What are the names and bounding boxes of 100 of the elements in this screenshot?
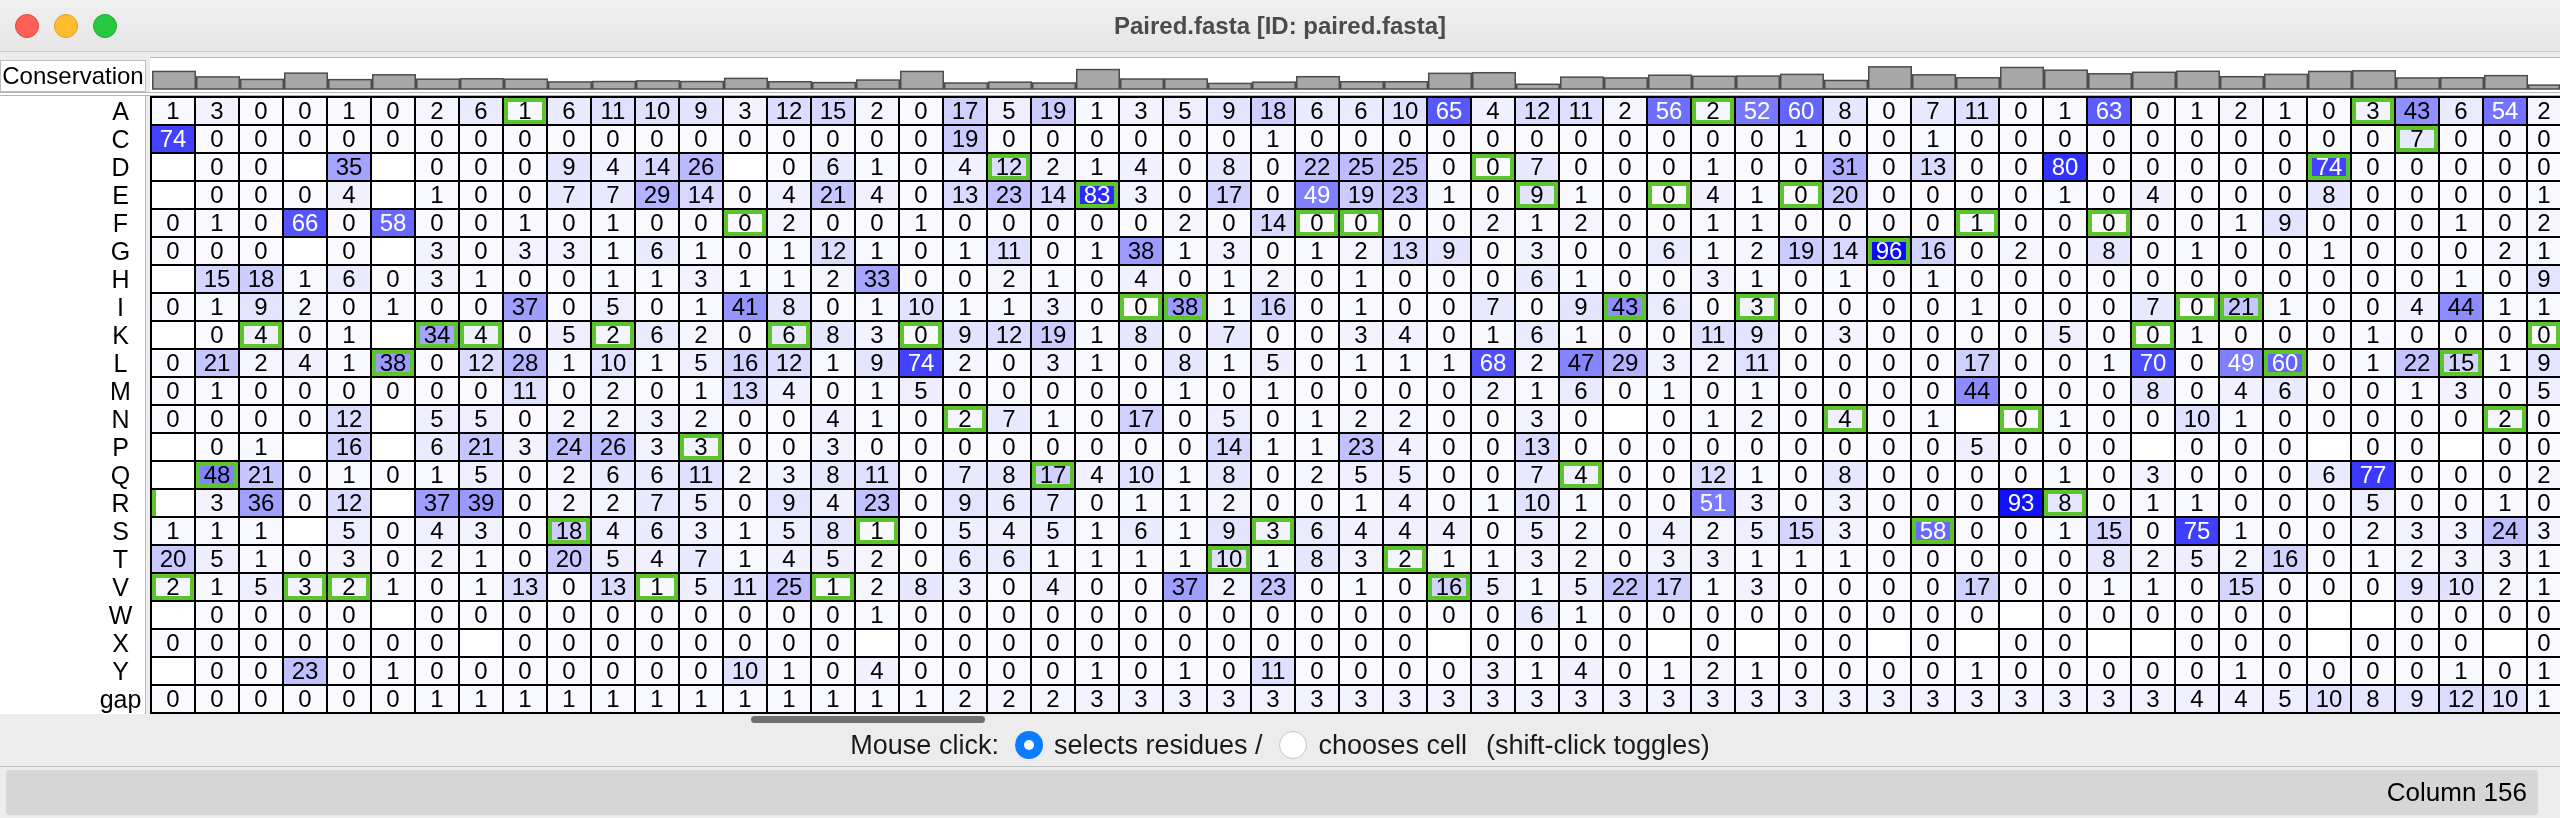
- table-cell[interactable]: 6: [416, 434, 458, 460]
- table-cell[interactable]: 0: [2308, 490, 2350, 516]
- table-cell[interactable]: 1: [768, 658, 810, 684]
- table-cell[interactable]: 8: [1208, 154, 1250, 180]
- table-cell[interactable]: 1: [1340, 294, 1382, 320]
- radio-option[interactable]: selects residues /: [1014, 729, 1263, 761]
- table-cell[interactable]: 0: [636, 126, 678, 152]
- table-cell[interactable]: 1: [1164, 546, 1206, 572]
- table-cell[interactable]: 18: [1252, 98, 1294, 124]
- table-cell[interactable]: 1: [812, 350, 854, 376]
- table-cell[interactable]: 1: [636, 686, 678, 712]
- table-cell[interactable]: 1: [1076, 98, 1118, 124]
- table-cell[interactable]: 2: [1208, 574, 1250, 600]
- table-cell[interactable]: 6: [636, 322, 678, 348]
- table-cell[interactable]: 26: [680, 154, 722, 180]
- table-cell[interactable]: 3: [1340, 322, 1382, 348]
- table-cell[interactable]: 0: [196, 154, 238, 180]
- table-cell[interactable]: 11: [1252, 658, 1294, 684]
- table-cell[interactable]: 0: [2484, 154, 2526, 180]
- table-cell[interactable]: 0: [988, 126, 1030, 152]
- table-cell[interactable]: 0: [1824, 378, 1866, 404]
- table-cell[interactable]: 0: [2396, 658, 2438, 684]
- table-cell[interactable]: 0: [1208, 378, 1250, 404]
- table-cell[interactable]: 0: [2396, 210, 2438, 236]
- table-cell[interactable]: 5: [196, 546, 238, 572]
- table-cell[interactable]: 0: [2176, 210, 2218, 236]
- table-cell[interactable]: 0: [2044, 658, 2086, 684]
- table-cell[interactable]: 0: [768, 602, 810, 628]
- table-cell[interactable]: 6: [1648, 294, 1690, 320]
- table-cell[interactable]: 1: [2176, 238, 2218, 264]
- table-cell[interactable]: 0: [1780, 630, 1822, 656]
- table-cell[interactable]: 0: [1868, 322, 1910, 348]
- table-cell[interactable]: 0: [2000, 546, 2042, 572]
- table-cell[interactable]: 0: [1780, 154, 1822, 180]
- table-cell[interactable]: 0: [372, 98, 414, 124]
- table-cell[interactable]: 0: [1736, 126, 1778, 152]
- table-cell[interactable]: 6: [812, 154, 854, 180]
- table-cell[interactable]: 11: [1956, 98, 1998, 124]
- table-cell[interactable]: 3: [1780, 686, 1822, 712]
- table-cell[interactable]: 31: [1824, 154, 1866, 180]
- table-cell[interactable]: 2: [284, 294, 326, 320]
- table-cell[interactable]: 2: [724, 462, 766, 488]
- table-cell[interactable]: 0: [152, 210, 194, 236]
- table-cell[interactable]: 8: [900, 574, 942, 600]
- table-cell[interactable]: 0: [1956, 126, 1998, 152]
- table-cell[interactable]: 29: [1604, 350, 1646, 376]
- table-cell[interactable]: 14: [1824, 238, 1866, 264]
- table-cell[interactable]: 0: [1604, 378, 1646, 404]
- table-cell[interactable]: 0: [1604, 322, 1646, 348]
- table-cell[interactable]: 4: [416, 518, 458, 544]
- table-cell[interactable]: 0: [1648, 182, 1690, 208]
- table-cell[interactable]: 0: [284, 378, 326, 404]
- table-cell[interactable]: 0: [2352, 210, 2394, 236]
- table-cell[interactable]: 4: [2396, 294, 2438, 320]
- table-cell[interactable]: 0: [416, 602, 458, 628]
- table-cell[interactable]: 0: [1472, 238, 1514, 264]
- table-cell[interactable]: 1: [2220, 406, 2262, 432]
- table-cell[interactable]: 5: [460, 406, 502, 432]
- table-cell[interactable]: 0: [856, 434, 898, 460]
- table-cell[interactable]: 3: [1736, 686, 1778, 712]
- table-cell[interactable]: 0: [2352, 434, 2394, 460]
- table-cell[interactable]: 1: [636, 266, 678, 292]
- table-cell[interactable]: 1: [504, 98, 546, 124]
- table-cell[interactable]: 3: [1736, 574, 1778, 600]
- table-cell[interactable]: 0: [2264, 182, 2306, 208]
- table-cell[interactable]: 5: [240, 574, 282, 600]
- table-cell[interactable]: 0: [1780, 490, 1822, 516]
- table-cell[interactable]: 3: [1692, 546, 1734, 572]
- table-cell[interactable]: 0: [2000, 182, 2042, 208]
- table-cell[interactable]: 22: [1296, 154, 1338, 180]
- table-cell[interactable]: 1: [1824, 546, 1866, 572]
- table-cell[interactable]: 0: [196, 238, 238, 264]
- table-cell[interactable]: 0: [2000, 658, 2042, 684]
- table-cell[interactable]: 1: [240, 546, 282, 572]
- table-cell[interactable]: 0: [2440, 322, 2482, 348]
- table-cell[interactable]: 2: [1472, 378, 1514, 404]
- table-cell[interactable]: 24: [548, 434, 590, 460]
- table-cell[interactable]: 12: [768, 350, 810, 376]
- table-cell[interactable]: 0: [372, 686, 414, 712]
- table-cell[interactable]: 0: [1648, 154, 1690, 180]
- table-cell[interactable]: [2352, 602, 2394, 628]
- table-cell[interactable]: [2088, 630, 2130, 656]
- table-cell[interactable]: 7: [2132, 294, 2174, 320]
- table-cell[interactable]: 1: [1780, 546, 1822, 572]
- table-cell[interactable]: 0: [1824, 126, 1866, 152]
- table-cell[interactable]: 0: [1560, 238, 1602, 264]
- table-cell[interactable]: 1: [2176, 98, 2218, 124]
- table-cell[interactable]: [372, 490, 414, 516]
- table-cell[interactable]: 8: [2132, 378, 2174, 404]
- table-cell[interactable]: 1: [680, 294, 722, 320]
- table-cell[interactable]: 6: [1296, 98, 1338, 124]
- table-cell[interactable]: 17: [1208, 182, 1250, 208]
- table-cell[interactable]: 0: [1032, 630, 1074, 656]
- table-cell[interactable]: 0: [2352, 126, 2394, 152]
- table-cell[interactable]: 96: [1868, 238, 1910, 264]
- table-cell[interactable]: 0: [1956, 266, 1998, 292]
- table-cell[interactable]: 0: [2000, 210, 2042, 236]
- table-cell[interactable]: 1: [1252, 546, 1294, 572]
- table-cell[interactable]: 0: [416, 210, 458, 236]
- table-cell[interactable]: 28: [504, 350, 546, 376]
